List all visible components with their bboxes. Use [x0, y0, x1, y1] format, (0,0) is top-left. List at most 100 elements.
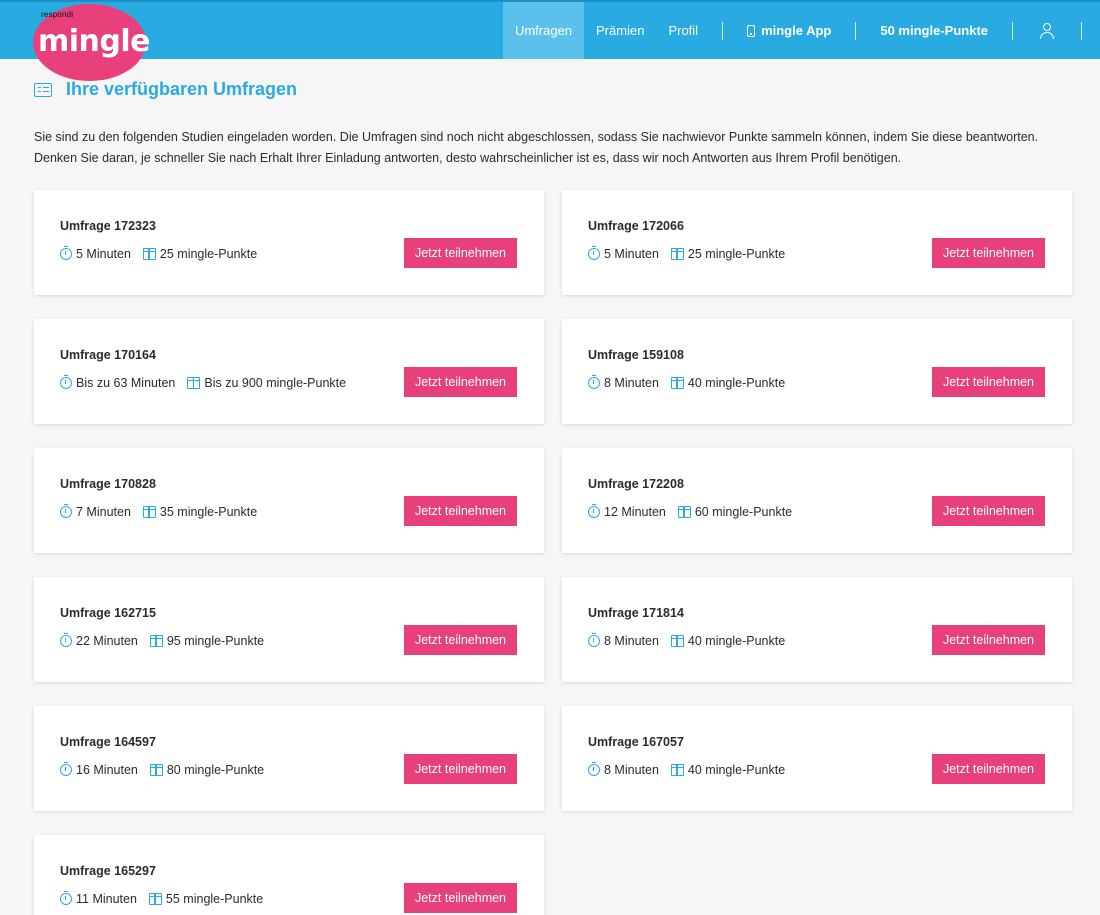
phone-icon: [747, 24, 756, 37]
survey-duration: 22 Minuten: [76, 634, 138, 648]
survey-card: Umfrage 159108 8 Minuten 40 mingle-Punkt…: [562, 319, 1072, 424]
survey-points: 60 mingle-Punkte: [694, 505, 793, 519]
nav-user-account[interactable]: [1025, 2, 1069, 59]
gift-icon: [670, 377, 684, 389]
join-survey-button[interactable]: Jetzt teilnehmen: [404, 754, 517, 784]
survey-card: Umfrage 172208 12 Minuten 60 mingle-Punk…: [562, 448, 1072, 553]
clock-icon: [588, 504, 600, 518]
gift-icon: [187, 377, 201, 389]
nav-divider: [1012, 21, 1013, 40]
nav-umfragen-label: Umfragen: [514, 23, 573, 38]
gift-icon: [670, 248, 684, 260]
survey-title: Umfrage 165297: [60, 864, 156, 878]
gift-icon: [142, 506, 156, 518]
nav-points-label: 50 mingle-Punkte: [880, 23, 988, 38]
survey-meta: 16 Minuten 80 mingle-Punkte: [60, 762, 265, 777]
nav-points[interactable]: 50 mingle-Punkte: [868, 2, 1000, 59]
clock-icon: [60, 633, 72, 647]
survey-title: Umfrage 167057: [588, 735, 684, 749]
gift-icon: [670, 764, 684, 776]
survey-card: Umfrage 165297 11 Minuten 55 mingle-Punk…: [34, 835, 544, 915]
intro-line-2: Denken Sie daran, je schneller Sie nach …: [34, 151, 902, 165]
survey-meta: 5 Minuten 25 mingle-Punkte: [60, 246, 257, 261]
clock-icon: [60, 891, 72, 905]
clock-icon: [588, 762, 600, 776]
brand-name: mingle: [38, 24, 151, 59]
survey-points: 25 mingle-Punkte: [687, 247, 786, 261]
survey-duration: 11 Minuten: [76, 892, 137, 906]
clock-icon: [588, 375, 600, 389]
join-survey-button[interactable]: Jetzt teilnehmen: [404, 883, 517, 913]
nav-profil-label: Profil: [668, 23, 699, 38]
nav-divider: [855, 21, 857, 40]
survey-duration: 8 Minuten: [604, 634, 659, 648]
clock-icon: [60, 762, 72, 776]
intro-text: Sie sind zu den folgenden Studien eingel…: [34, 127, 1074, 169]
survey-title: Umfrage 172323: [60, 219, 156, 233]
survey-card: Umfrage 171814 8 Minuten 40 mingle-Punkt…: [562, 577, 1072, 682]
top-header: Umfragen Prämien Profil mingle App 50 mi…: [0, 0, 1100, 59]
survey-meta: 8 Minuten 40 mingle-Punkte: [588, 375, 786, 390]
page-title: Ihre verfügbaren Umfragen: [66, 79, 298, 99]
join-survey-button[interactable]: Jetzt teilnehmen: [404, 496, 517, 526]
nav-divider: [722, 21, 724, 40]
join-survey-button[interactable]: Jetzt teilnehmen: [404, 625, 517, 655]
clock-icon: [588, 633, 600, 647]
gift-icon: [149, 764, 163, 776]
nav-umfragen[interactable]: Umfragen: [502, 2, 585, 59]
survey-duration: Bis zu 63 Minuten: [76, 376, 176, 390]
survey-meta: 12 Minuten 60 mingle-Punkte: [588, 504, 793, 519]
survey-points: 80 mingle-Punkte: [166, 763, 265, 777]
gift-icon: [677, 506, 691, 518]
gift-icon: [670, 635, 684, 647]
survey-meta: 7 Minuten 35 mingle-Punkte: [60, 504, 257, 519]
nav-profil[interactable]: Profil: [656, 2, 710, 59]
survey-duration: 8 Minuten: [604, 763, 659, 777]
survey-points: Bis zu 900 mingle-Punkte: [204, 376, 347, 390]
join-survey-button[interactable]: Jetzt teilnehmen: [932, 496, 1045, 526]
survey-meta: Bis zu 63 Minuten Bis zu 900 mingle-Punk…: [60, 375, 347, 390]
survey-duration: 5 Minuten: [604, 247, 659, 261]
survey-card: Umfrage 170164 Bis zu 63 Minuten Bis zu …: [34, 319, 544, 424]
nav-praemien-label: Prämien: [596, 23, 645, 38]
survey-meta: 22 Minuten 95 mingle-Punkte: [60, 633, 265, 648]
page-title-row: Ihre verfügbaren Umfragen: [34, 79, 297, 100]
join-survey-button[interactable]: Jetzt teilnehmen: [404, 238, 517, 268]
join-survey-button[interactable]: Jetzt teilnehmen: [932, 367, 1045, 397]
survey-points: 40 mingle-Punkte: [687, 634, 786, 648]
survey-card: Umfrage 164597 16 Minuten 80 mingle-Punk…: [34, 706, 544, 811]
survey-points: 40 mingle-Punkte: [687, 376, 786, 390]
join-survey-button[interactable]: Jetzt teilnehmen: [932, 754, 1045, 784]
survey-meta: 5 Minuten 25 mingle-Punkte: [588, 246, 786, 261]
nav-mingle-app[interactable]: mingle App: [735, 2, 843, 59]
survey-card: Umfrage 172066 5 Minuten 25 mingle-Punkt…: [562, 190, 1072, 295]
intro-line-1: Sie sind zu den folgenden Studien eingel…: [34, 130, 1039, 144]
survey-duration: 12 Minuten: [604, 505, 666, 519]
clock-icon: [60, 246, 72, 260]
nav-app-label: mingle App: [761, 23, 832, 38]
survey-card: Umfrage 170828 7 Minuten 35 mingle-Punkt…: [34, 448, 544, 553]
join-survey-button[interactable]: Jetzt teilnehmen: [404, 367, 517, 397]
user-icon: [1039, 22, 1055, 39]
survey-title: Umfrage 171814: [588, 606, 684, 620]
nav-divider: [1081, 21, 1082, 40]
join-survey-button[interactable]: Jetzt teilnehmen: [932, 238, 1045, 268]
gift-icon: [148, 893, 162, 905]
survey-title: Umfrage 170828: [60, 477, 156, 491]
survey-points: 40 mingle-Punkte: [687, 763, 786, 777]
survey-title: Umfrage 172066: [588, 219, 684, 233]
survey-title: Umfrage 170164: [60, 348, 156, 362]
join-survey-button[interactable]: Jetzt teilnehmen: [932, 625, 1045, 655]
survey-points: 55 mingle-Punkte: [165, 892, 264, 906]
survey-title: Umfrage 159108: [588, 348, 684, 362]
survey-title: Umfrage 172208: [588, 477, 684, 491]
survey-meta: 11 Minuten 55 mingle-Punkte: [60, 891, 264, 906]
survey-card: Umfrage 162715 22 Minuten 95 mingle-Punk…: [34, 577, 544, 682]
gift-icon: [142, 248, 156, 260]
gift-icon: [149, 635, 163, 647]
survey-points: 95 mingle-Punkte: [166, 634, 265, 648]
survey-card: Umfrage 167057 8 Minuten 40 mingle-Punkt…: [562, 706, 1072, 811]
survey-duration: 5 Minuten: [76, 247, 131, 261]
clock-icon: [60, 375, 72, 389]
nav-praemien[interactable]: Prämien: [584, 2, 656, 59]
